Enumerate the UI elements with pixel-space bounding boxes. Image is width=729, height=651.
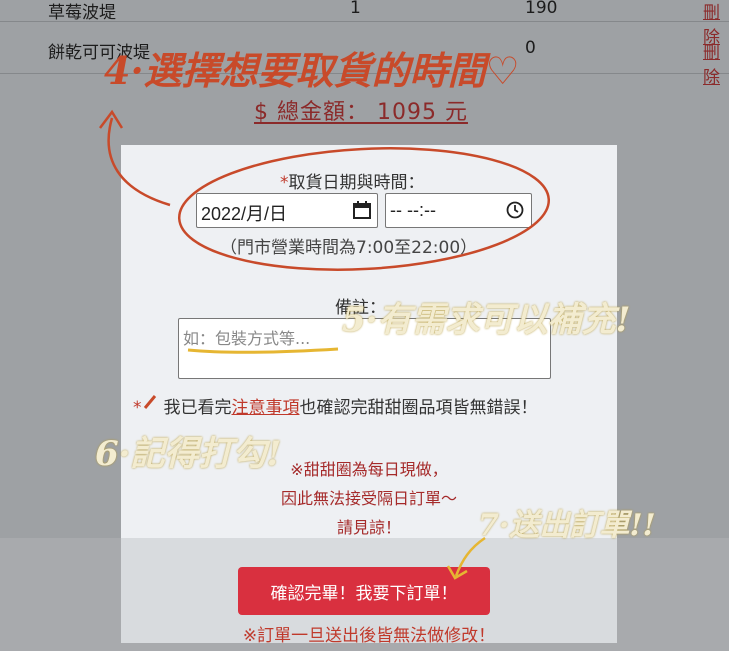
pickup-date-input[interactable]: 2022/月/日 <box>196 193 378 228</box>
annotation-step4: 4·選擇想要取貨的時間♡ <box>104 48 520 93</box>
table-row: 草莓波堤 1 190 刪除 <box>0 0 729 48</box>
annotation-step6: 6·記得打勾! <box>95 434 282 474</box>
confirm-checkbox-line[interactable]: * 我已看完注意事項也確認完甜甜圈品項皆無錯誤！ <box>133 393 538 418</box>
item-price: 0 <box>525 38 536 58</box>
submit-order-button[interactable]: 確認完畢！我要下訂單！ <box>238 567 490 615</box>
item-qty: 1 <box>350 0 361 18</box>
notice-link[interactable]: 注意事項 <box>232 398 300 418</box>
business-hours-note: （門市營業時間為7:00至22:00） <box>220 238 478 258</box>
total-amount: $ 總金額： 1095 元 <box>254 100 468 125</box>
annotation-step7: 7·送出訂單!! <box>478 508 656 543</box>
annotation-step5: 5·有需求可以補充! <box>342 300 631 340</box>
delete-link[interactable]: 刪除 <box>703 38 729 88</box>
final-warning: ※訂單一旦送出後皆無法做修改！ <box>242 626 496 646</box>
item-name: 草莓波堤 <box>48 3 116 23</box>
pickup-label: *取貨日期與時間： <box>280 173 425 193</box>
calendar-icon[interactable] <box>352 200 372 224</box>
required-mark: * <box>280 173 289 193</box>
clock-icon[interactable] <box>506 201 524 223</box>
item-price: 190 <box>525 0 558 18</box>
